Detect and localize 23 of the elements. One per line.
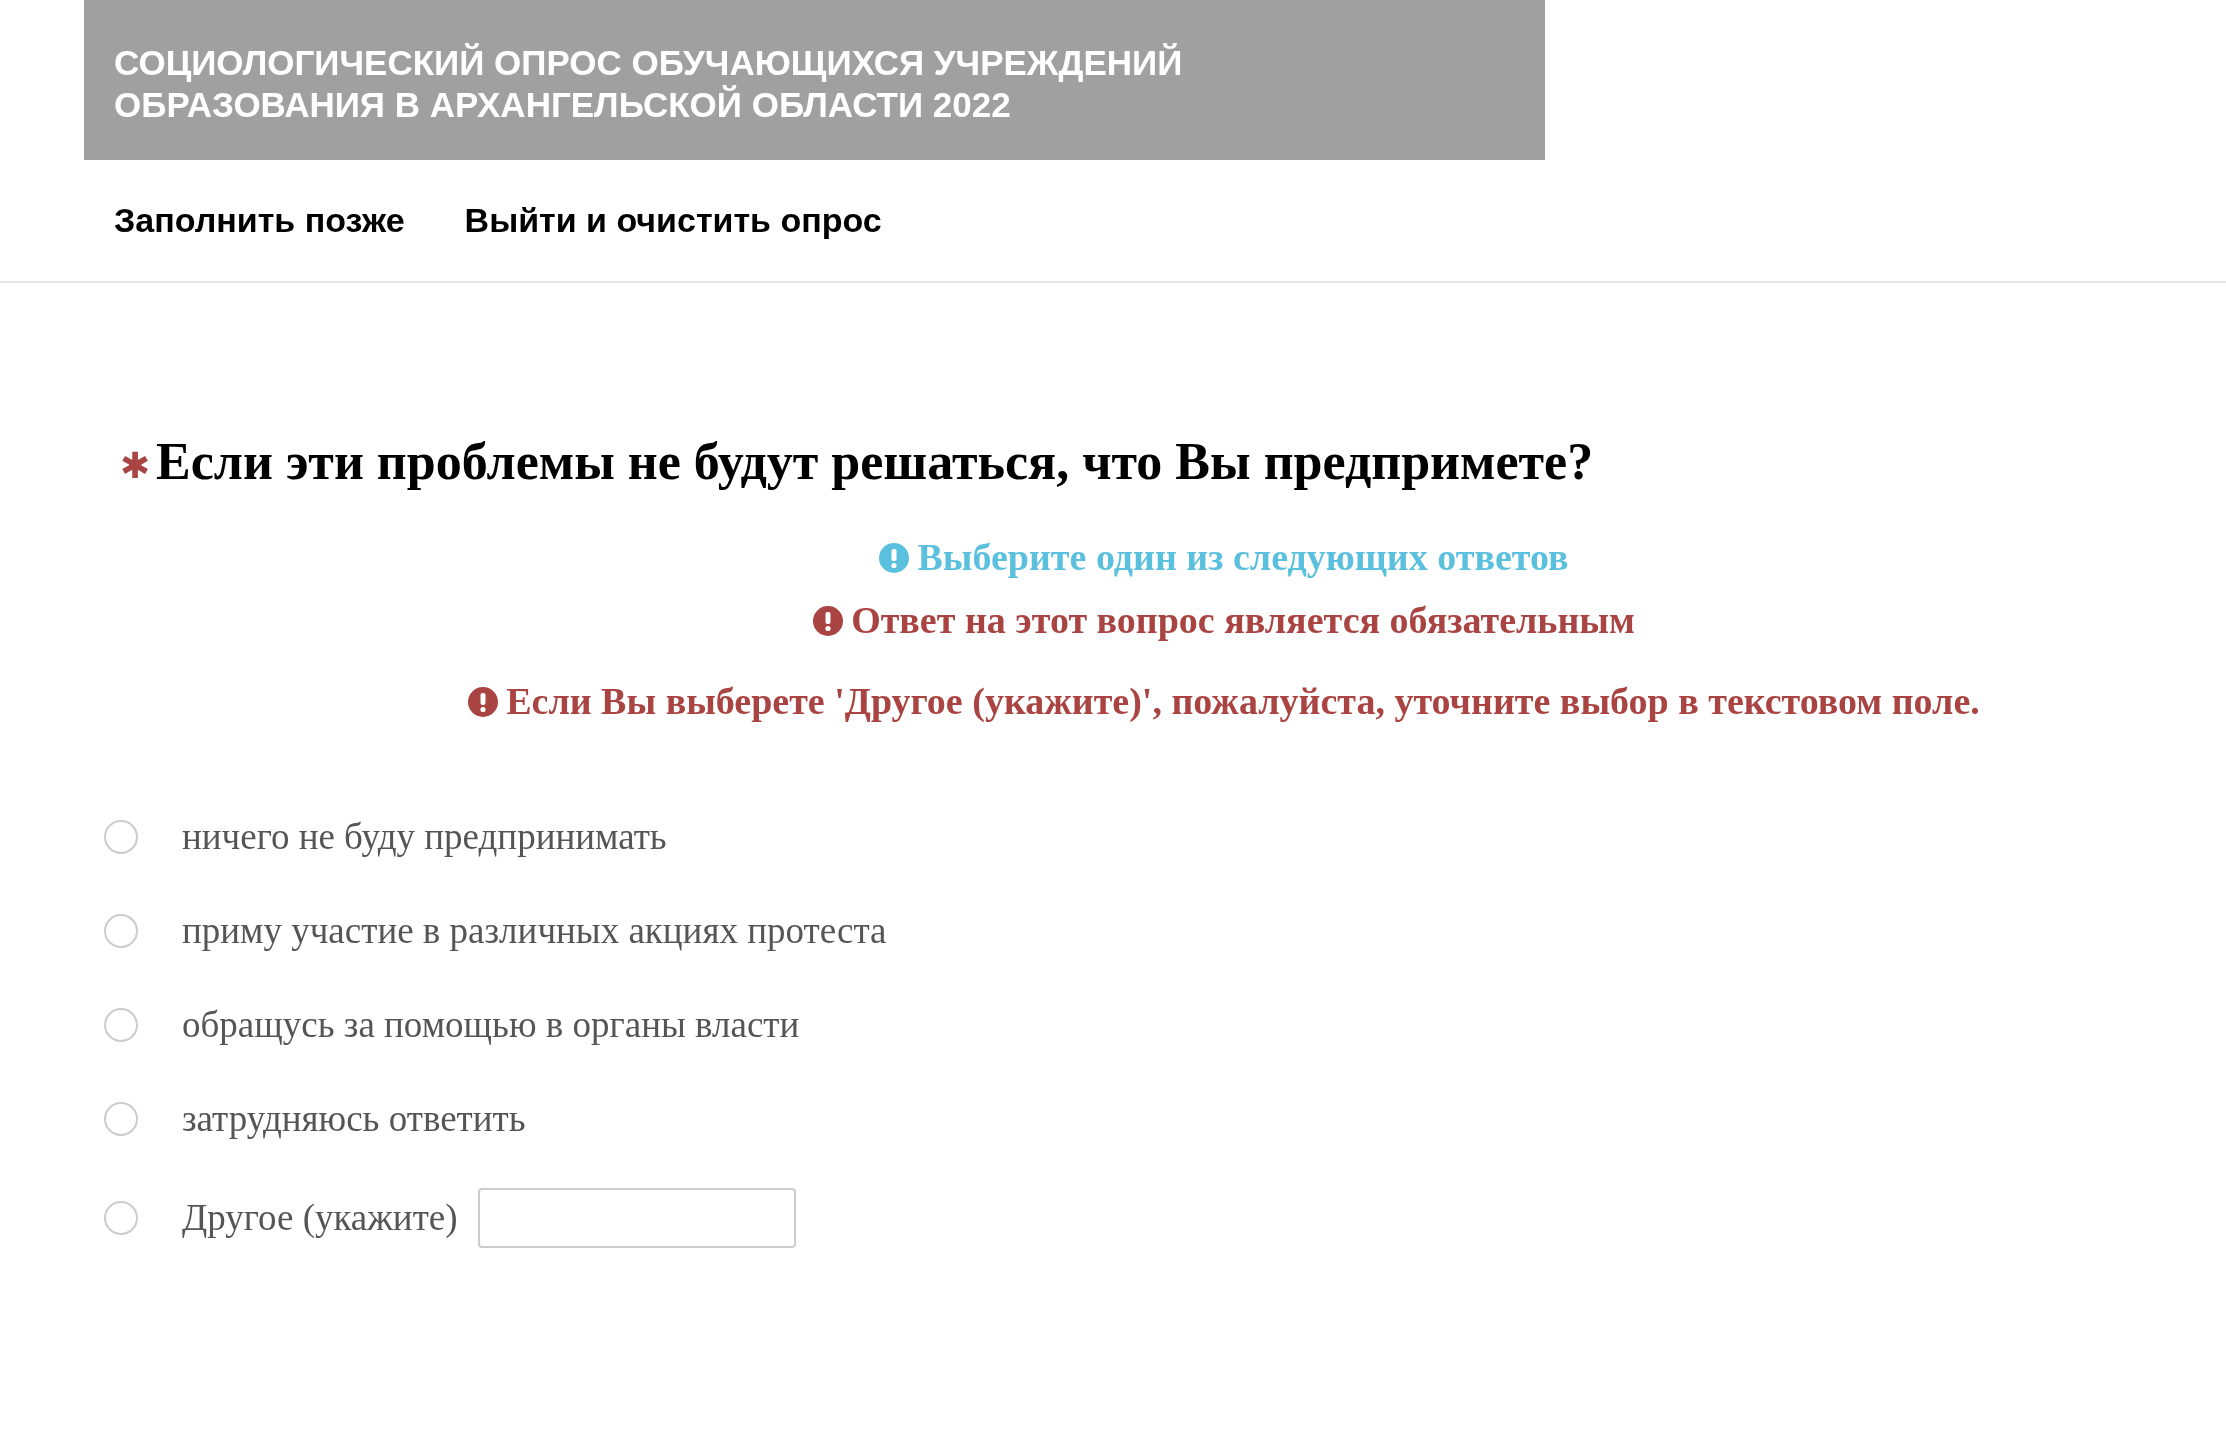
radio-button[interactable] — [104, 820, 138, 854]
nav-link[interactable]: Выйти и очистить опрос — [464, 195, 882, 246]
hint-text: Выберите один из следующих ответов — [917, 535, 1569, 580]
nav-link[interactable]: Заполнить позже — [114, 195, 405, 246]
exclamation-icon — [813, 605, 844, 636]
option-label: затрудняюсь ответить — [182, 1097, 526, 1142]
option-label: обращусь за помощью в органы власти — [182, 1003, 800, 1048]
option-label: ничего не буду предпринимать — [182, 815, 667, 860]
radio-button[interactable] — [104, 1008, 138, 1042]
input-field[interactable] — [477, 1188, 796, 1248]
question-text: Если эти проблемы не будут решаться, что Вы предпримете? — [156, 432, 1594, 492]
option-label: Другое (укажите) — [182, 1196, 458, 1241]
survey-title: ОБРАЗОВАНИЯ В АРХАНГЕЛЬСКОЙ ОБЛАСТИ 2022 — [114, 84, 1012, 126]
radio-button[interactable] — [104, 1102, 138, 1136]
option-label: приму участие в различных акциях протеста — [182, 909, 887, 954]
hint-text: Если Вы выберете 'Другое (укажите)', пожалуйста, уточните выбор в текстовом поле. — [506, 679, 1980, 724]
required-mark: ✱ — [120, 445, 150, 488]
radio-button[interactable] — [104, 914, 138, 948]
hint-text: Ответ на этот вопрос является обязательным — [851, 598, 1635, 643]
exclamation-icon — [879, 542, 910, 573]
radio-button[interactable] — [104, 1201, 138, 1235]
survey-title: СОЦИОЛОГИЧЕСКИЙ ОПРОС ОБУЧАЮЩИХСЯ УЧРЕЖДЕНИЙ — [114, 42, 1184, 84]
exclamation-icon — [468, 686, 499, 717]
